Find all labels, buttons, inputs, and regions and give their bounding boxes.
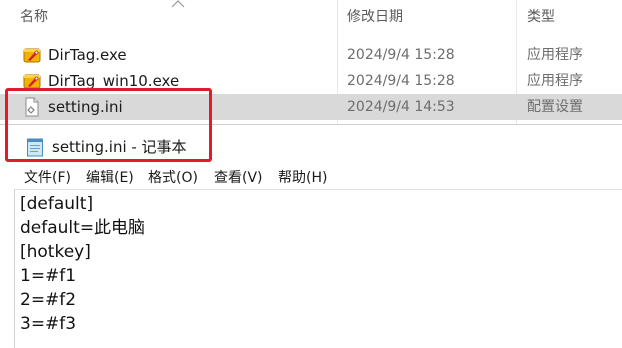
text-line: [default] — [20, 194, 94, 214]
file-row[interactable]: DirTag_win10.exe 2024/9/4 15:28 应用程序 — [0, 68, 622, 94]
file-explorer-list: 名称 修改日期 类型 DirTag.exe 2024/9/4 15:28 应用程… — [0, 0, 622, 124]
menu-bar: 文件(F) 编辑(E) 格式(O) 查看(V) 帮助(H) — [0, 167, 622, 189]
file-modified-date: 2024/9/4 15:28 — [347, 47, 455, 63]
text-line: default=此电脑 — [20, 218, 146, 238]
sort-ascending-icon — [171, 0, 185, 8]
notepad-window: setting.ini - 记事本 文件(F) 编辑(E) 格式(O) 查看(V… — [0, 124, 622, 348]
file-type: 应用程序 — [527, 47, 583, 63]
column-header-modified[interactable]: 修改日期 — [347, 0, 403, 34]
file-modified-date: 2024/9/4 15:28 — [347, 73, 455, 89]
file-name: setting.ini — [48, 98, 123, 116]
ini-file-icon — [25, 97, 39, 117]
text-line: 2=#f2 — [20, 290, 77, 310]
column-header-name[interactable]: 名称 — [20, 0, 48, 34]
notepad-title-bar[interactable]: setting.ini - 记事本 — [0, 125, 622, 167]
column-header-type[interactable]: 类型 — [527, 0, 555, 34]
file-row-selected[interactable]: setting.ini 2024/9/4 14:53 配置设置 — [0, 94, 622, 120]
file-modified-date: 2024/9/4 14:53 — [347, 99, 455, 115]
file-type: 配置设置 — [527, 99, 583, 115]
exe-app-icon — [23, 74, 41, 89]
text-editor-area[interactable]: [default] default=此电脑 [hotkey] 1=#f1 2=#… — [14, 189, 622, 348]
file-name: DirTag_win10.exe — [48, 72, 180, 90]
exe-app-icon — [23, 48, 41, 63]
text-line: [hotkey] — [20, 242, 91, 262]
notepad-icon — [27, 138, 43, 157]
file-row[interactable]: DirTag.exe 2024/9/4 15:28 应用程序 — [0, 42, 622, 68]
menu-help[interactable]: 帮助(H) — [278, 167, 327, 189]
file-type: 应用程序 — [527, 73, 583, 89]
menu-view[interactable]: 查看(V) — [214, 167, 263, 189]
window-title: setting.ini - 记事本 — [52, 138, 187, 156]
menu-file[interactable]: 文件(F) — [24, 167, 71, 189]
file-name: DirTag.exe — [48, 46, 127, 64]
text-line: 1=#f1 — [20, 266, 77, 286]
text-line: 3=#f3 — [20, 314, 77, 334]
menu-format[interactable]: 格式(O) — [148, 167, 198, 189]
menu-edit[interactable]: 编辑(E) — [86, 167, 134, 189]
